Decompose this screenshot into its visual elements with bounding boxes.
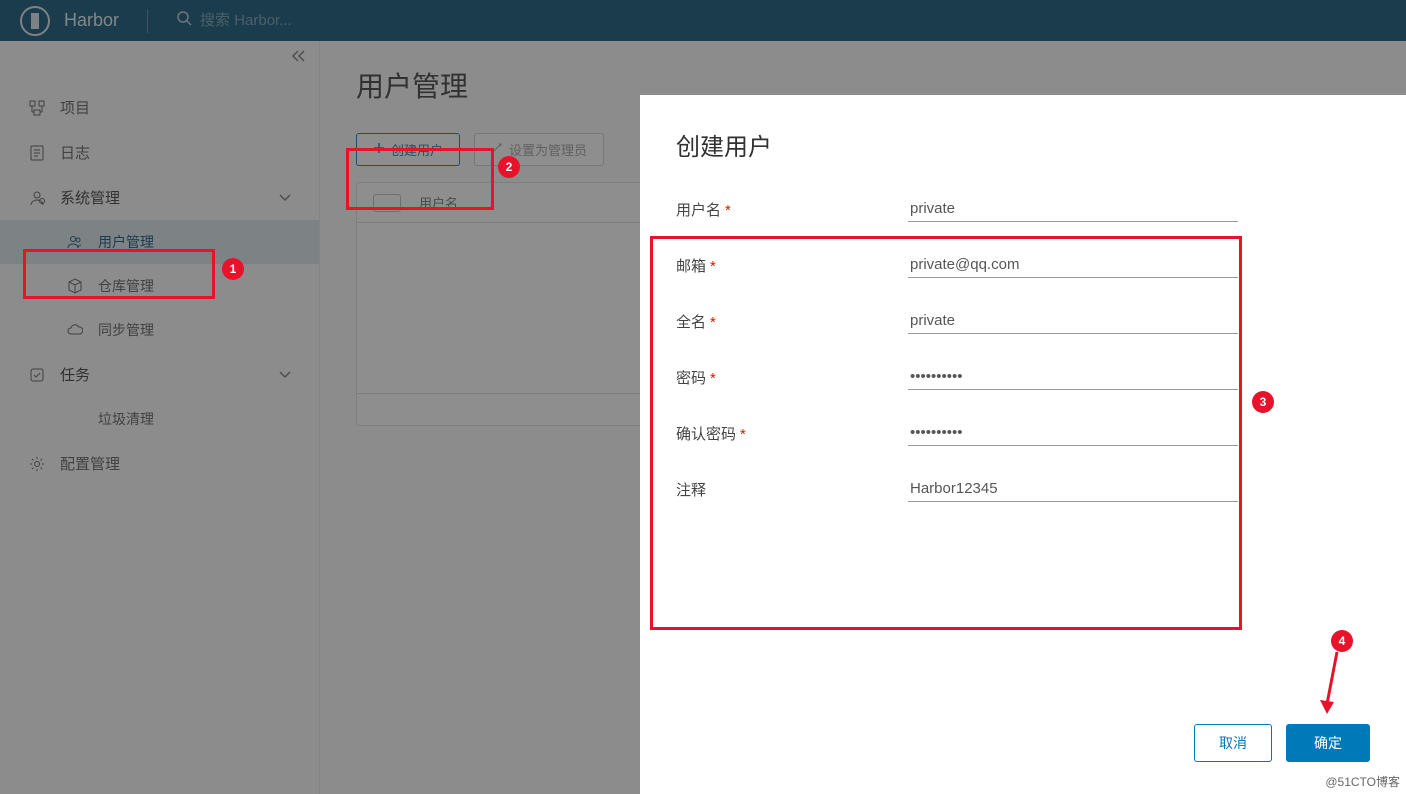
comment-input[interactable] (908, 476, 1238, 502)
global-search[interactable] (176, 10, 399, 31)
sidebar-item-repo-mgmt[interactable]: 仓库管理 (0, 264, 319, 308)
watermark: @51CTO博客 (1325, 773, 1400, 790)
tasks-icon (28, 366, 46, 384)
sidebar-group-label: 系统管理 (60, 187, 120, 208)
email-input[interactable] (908, 252, 1238, 278)
sidebar-item-label: 用户管理 (98, 232, 154, 252)
modal-footer: 取消 确定 (676, 724, 1370, 770)
sidebar-item-user-mgmt[interactable]: 用户管理 (0, 220, 319, 264)
admin-icon (491, 142, 503, 157)
form-row-password: 密码* (676, 364, 1370, 390)
sidebar-group-tasks[interactable]: 任务 (0, 352, 319, 397)
sidebar-item-garbage[interactable]: 垃圾清理 (0, 397, 319, 441)
sidebar-group-label: 任务 (60, 364, 90, 385)
username-input[interactable] (908, 196, 1238, 222)
sidebar-item-projects[interactable]: 项目 (0, 85, 319, 130)
sidebar-item-label: 同步管理 (98, 320, 154, 340)
cloud-icon (66, 321, 84, 339)
logs-icon (28, 144, 46, 162)
sidebar-item-label: 项目 (60, 97, 90, 118)
required-mark: * (710, 314, 716, 331)
system-icon (28, 189, 46, 207)
chevron-down-icon (279, 366, 291, 383)
create-user-modal: 创建用户 用户名* 邮箱* 全名* 密码* 确认密码* 注释 取消 确定 (640, 95, 1406, 794)
sidebar: 项目 日志 系统管理 用户管理 (0, 41, 320, 794)
confirm-password-input[interactable] (908, 420, 1238, 446)
sidebar-item-label: 日志 (60, 142, 90, 163)
form-row-username: 用户名* (676, 196, 1370, 222)
label-fullname: 全名 (676, 314, 706, 331)
header-divider (147, 9, 148, 33)
form-row-comment: 注释 (676, 476, 1370, 502)
sidebar-group-system[interactable]: 系统管理 (0, 175, 319, 220)
brand-name: Harbor (64, 10, 119, 31)
form-row-email: 邮箱* (676, 252, 1370, 278)
sidebar-item-replication-mgmt[interactable]: 同步管理 (0, 308, 319, 352)
column-header-username[interactable]: 用户名 (419, 193, 458, 212)
required-mark: * (740, 426, 746, 443)
sidebar-item-config[interactable]: 配置管理 (0, 441, 319, 486)
button-label: 创建用户 (391, 140, 443, 159)
plus-icon (373, 142, 385, 157)
required-mark: * (710, 370, 716, 387)
harbor-logo-icon (20, 6, 50, 36)
gear-icon (28, 455, 46, 473)
button-label: 设置为管理员 (509, 140, 587, 159)
select-all-checkbox[interactable] (373, 194, 401, 212)
sidebar-item-logs[interactable]: 日志 (0, 130, 319, 175)
confirm-button[interactable]: 确定 (1286, 724, 1370, 762)
search-icon (176, 10, 192, 31)
label-comment: 注释 (676, 482, 706, 499)
password-input[interactable] (908, 364, 1238, 390)
label-username: 用户名 (676, 202, 721, 219)
fullname-input[interactable] (908, 308, 1238, 334)
required-mark: * (710, 258, 716, 275)
label-email: 邮箱 (676, 258, 706, 275)
chevron-down-icon (279, 189, 291, 206)
sidebar-item-label: 配置管理 (60, 453, 120, 474)
form-row-fullname: 全名* (676, 308, 1370, 334)
users-icon (66, 233, 84, 251)
cube-icon (66, 277, 84, 295)
label-confirm-password: 确认密码 (676, 426, 736, 443)
form-row-confirm-password: 确认密码* (676, 420, 1370, 446)
set-admin-button: 设置为管理员 (474, 133, 604, 166)
sidebar-item-label: 垃圾清理 (98, 409, 154, 429)
projects-icon (28, 99, 46, 117)
app-header: Harbor (0, 0, 1406, 41)
create-user-button[interactable]: 创建用户 (356, 133, 460, 166)
required-mark: * (725, 202, 731, 219)
search-input[interactable] (200, 12, 399, 29)
sidebar-item-label: 仓库管理 (98, 276, 154, 296)
cancel-button[interactable]: 取消 (1194, 724, 1272, 762)
modal-title: 创建用户 (676, 127, 1370, 162)
sidebar-collapse-icon[interactable] (291, 49, 307, 66)
label-password: 密码 (676, 370, 706, 387)
